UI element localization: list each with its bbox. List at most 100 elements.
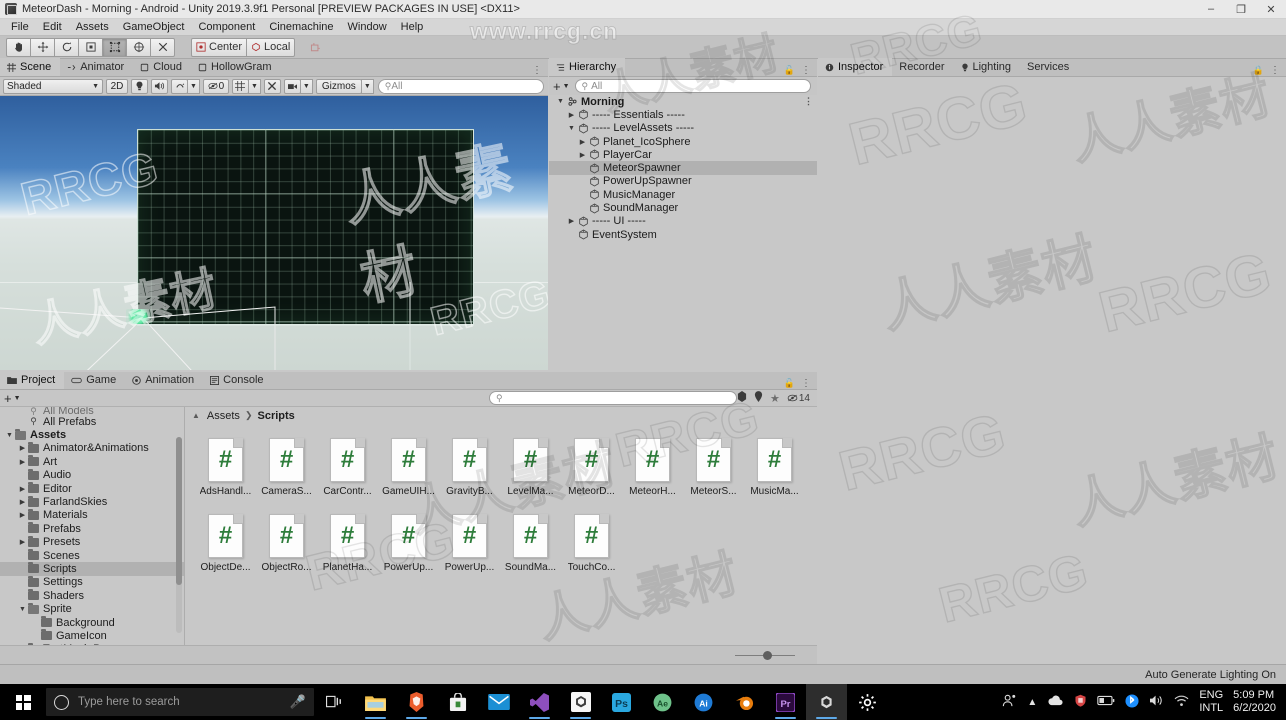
taskbar-premiere-pro-icon[interactable]: Pr	[765, 684, 806, 720]
tab-animation[interactable]: Animation	[125, 371, 203, 389]
hierarchy-item-playercar[interactable]: ▶PlayerCar	[549, 148, 817, 161]
project-tree-item-audio[interactable]: Audio	[0, 469, 184, 482]
project-tree-item-sprite[interactable]: ▼Sprite	[0, 602, 184, 615]
asset-item[interactable]: #GameUIH...	[378, 438, 439, 497]
lock-icon[interactable]: 🔓	[784, 378, 795, 389]
hidden-objects-button[interactable]: 0	[203, 79, 229, 94]
breadcrumb-scripts[interactable]: Scripts	[257, 410, 294, 422]
taskbar-after-effects-icon[interactable]: Ae	[642, 684, 683, 720]
taskbar-blender-icon[interactable]	[724, 684, 765, 720]
taskbar-photoshop-icon[interactable]: Ps	[601, 684, 642, 720]
asset-item[interactable]: #CameraS...	[256, 438, 317, 497]
hierarchy-item-powerupspawner[interactable]: PowerUpSpawner	[549, 175, 817, 188]
project-tree-item-presets[interactable]: ▶Presets	[0, 536, 184, 549]
taskbar-visual-studio-icon[interactable]	[519, 684, 560, 720]
scene-grid-caret-icon[interactable]: ▼	[248, 79, 261, 94]
taskbar-settings-gear-icon[interactable]	[847, 684, 888, 720]
hierarchy-item-meteorspawner[interactable]: MeteorSpawner	[549, 161, 817, 174]
menu-help[interactable]: Help	[394, 19, 431, 36]
hierarchy-item-planet-icosphere[interactable]: ▶Planet_IcoSphere	[549, 135, 817, 148]
hand-tool-button[interactable]	[6, 38, 31, 57]
scene-tools-icon[interactable]	[264, 79, 281, 94]
antivirus-icon[interactable]	[1074, 694, 1087, 710]
hierarchy-item-essentials[interactable]: ▶----- Essentials -----	[549, 108, 817, 121]
hierarchy-item-levelassets[interactable]: ▼----- LevelAssets -----	[549, 122, 817, 135]
custom-tool-button[interactable]	[150, 38, 175, 57]
scene-audio-toggle[interactable]	[151, 79, 168, 94]
asset-item[interactable]: #ObjectRo...	[256, 514, 317, 573]
tab-services[interactable]: Services	[1020, 58, 1078, 76]
chevron-down-icon[interactable]: ▼	[566, 125, 577, 132]
menu-window[interactable]: Window	[341, 19, 394, 36]
hierarchy-item-eventsystem[interactable]: EventSystem	[549, 228, 817, 241]
move-tool-button[interactable]	[30, 38, 55, 57]
close-button[interactable]: ✕	[1256, 0, 1286, 19]
label-filter-icon[interactable]	[754, 391, 763, 405]
asset-item[interactable]: #CarContr...	[317, 438, 378, 497]
kebab-menu-icon[interactable]: ⋮	[801, 378, 811, 389]
taskbar-brave-browser-icon[interactable]	[396, 684, 437, 720]
asset-grid[interactable]: #AdsHandl...#CameraS...#CarContr...#Game…	[185, 424, 817, 590]
tab-hollowgram[interactable]: HollowGram	[191, 58, 281, 76]
scene-fx-caret-icon[interactable]: ▼	[187, 79, 200, 94]
hierarchy-add-button[interactable]: + ▼	[553, 79, 570, 94]
hidden-packages-indicator[interactable]: 14	[787, 393, 810, 404]
clock[interactable]: 5:09 PM 6/2/2020	[1233, 689, 1280, 715]
chevron-right-icon[interactable]: ▶	[17, 538, 28, 546]
volume-icon[interactable]	[1149, 694, 1164, 710]
tab-scene[interactable]: Scene	[0, 58, 60, 76]
microphone-icon[interactable]: 🎤	[290, 694, 306, 710]
hierarchy-item-ui[interactable]: ▶----- UI -----	[549, 215, 817, 228]
menu-edit[interactable]: Edit	[36, 19, 69, 36]
project-tree-item-materials[interactable]: ▶Materials	[0, 509, 184, 522]
project-tree-item-prefabs[interactable]: Prefabs	[0, 522, 184, 535]
zoom-slider-knob[interactable]	[763, 651, 772, 660]
draw-mode-dropdown[interactable]: Shaded ▼	[3, 79, 103, 94]
project-tree-item-all-models[interactable]: ⚲All Models	[0, 407, 184, 415]
hierarchy-item-musicmanager[interactable]: MusicManager	[549, 188, 817, 201]
taskbar-unity-editor-icon[interactable]	[806, 684, 847, 720]
project-folder-tree[interactable]: ⚲All Models ⚲All Prefabs▼Assets▶Animator…	[0, 407, 185, 663]
pivot-rotation-button[interactable]: Local	[246, 38, 295, 57]
asset-item[interactable]: #ObjectDe...	[195, 514, 256, 573]
asset-item[interactable]: #TouchCo...	[561, 514, 622, 573]
project-tree-scrollbar[interactable]	[176, 437, 182, 633]
kebab-menu-icon[interactable]: ⋮	[1270, 65, 1280, 76]
chevron-right-icon[interactable]: ▶	[17, 458, 28, 466]
tab-inspector[interactable]: Inspector	[818, 58, 892, 76]
kebab-menu-icon[interactable]: ⋮	[801, 65, 811, 76]
tab-lighting[interactable]: Lighting	[954, 58, 1021, 76]
menu-component[interactable]: Component	[191, 19, 262, 36]
start-button[interactable]	[0, 684, 46, 720]
maximize-button[interactable]: ❐	[1226, 0, 1256, 19]
tab-console[interactable]: Console	[203, 371, 272, 389]
project-tree-item-scenes[interactable]: Scenes	[0, 549, 184, 562]
asset-item[interactable]: #PowerUp...	[439, 514, 500, 573]
asset-item[interactable]: #MeteorH...	[622, 438, 683, 497]
project-content-area[interactable]: ▲ Assets ❯ Scripts #AdsHandl...#CameraS.…	[185, 407, 817, 663]
scene-viewport[interactable]: RRCG 人人素材 人人素材 RRCG	[0, 96, 548, 370]
tab-recorder[interactable]: Recorder	[892, 58, 953, 76]
project-tree-item-animator-animations[interactable]: ▶Animator&Animations	[0, 442, 184, 455]
scene-gizmo-handle[interactable]	[126, 309, 152, 324]
tab-project[interactable]: Project	[0, 371, 64, 389]
project-tree-item-editor[interactable]: ▶Editor	[0, 482, 184, 495]
2d-toggle-button[interactable]: 2D	[106, 79, 128, 94]
asset-item[interactable]: #PowerUp...	[378, 514, 439, 573]
chevron-down-icon[interactable]: ▼	[17, 606, 28, 613]
chevron-down-icon[interactable]: ▼	[4, 432, 15, 439]
lock-icon[interactable]: 🔓	[784, 65, 795, 76]
tab-animator[interactable]: Animator	[60, 58, 133, 76]
rotate-tool-button[interactable]	[54, 38, 79, 57]
project-add-button[interactable]: + ▼	[4, 391, 21, 406]
scale-tool-button[interactable]	[78, 38, 103, 57]
battery-icon[interactable]	[1097, 695, 1115, 709]
show-hidden-icons-chevron[interactable]: ▲	[1027, 697, 1037, 708]
chevron-right-icon[interactable]: ▶	[17, 485, 28, 493]
minimize-button[interactable]: –	[1196, 0, 1226, 19]
taskbar-microsoft-store-icon[interactable]	[437, 684, 478, 720]
scene-camera-button[interactable]	[284, 79, 301, 94]
scene-search-input[interactable]: ⚲ All	[378, 79, 544, 94]
menu-gameobject[interactable]: GameObject	[116, 19, 192, 36]
chevron-right-icon[interactable]: ▶	[566, 217, 577, 225]
